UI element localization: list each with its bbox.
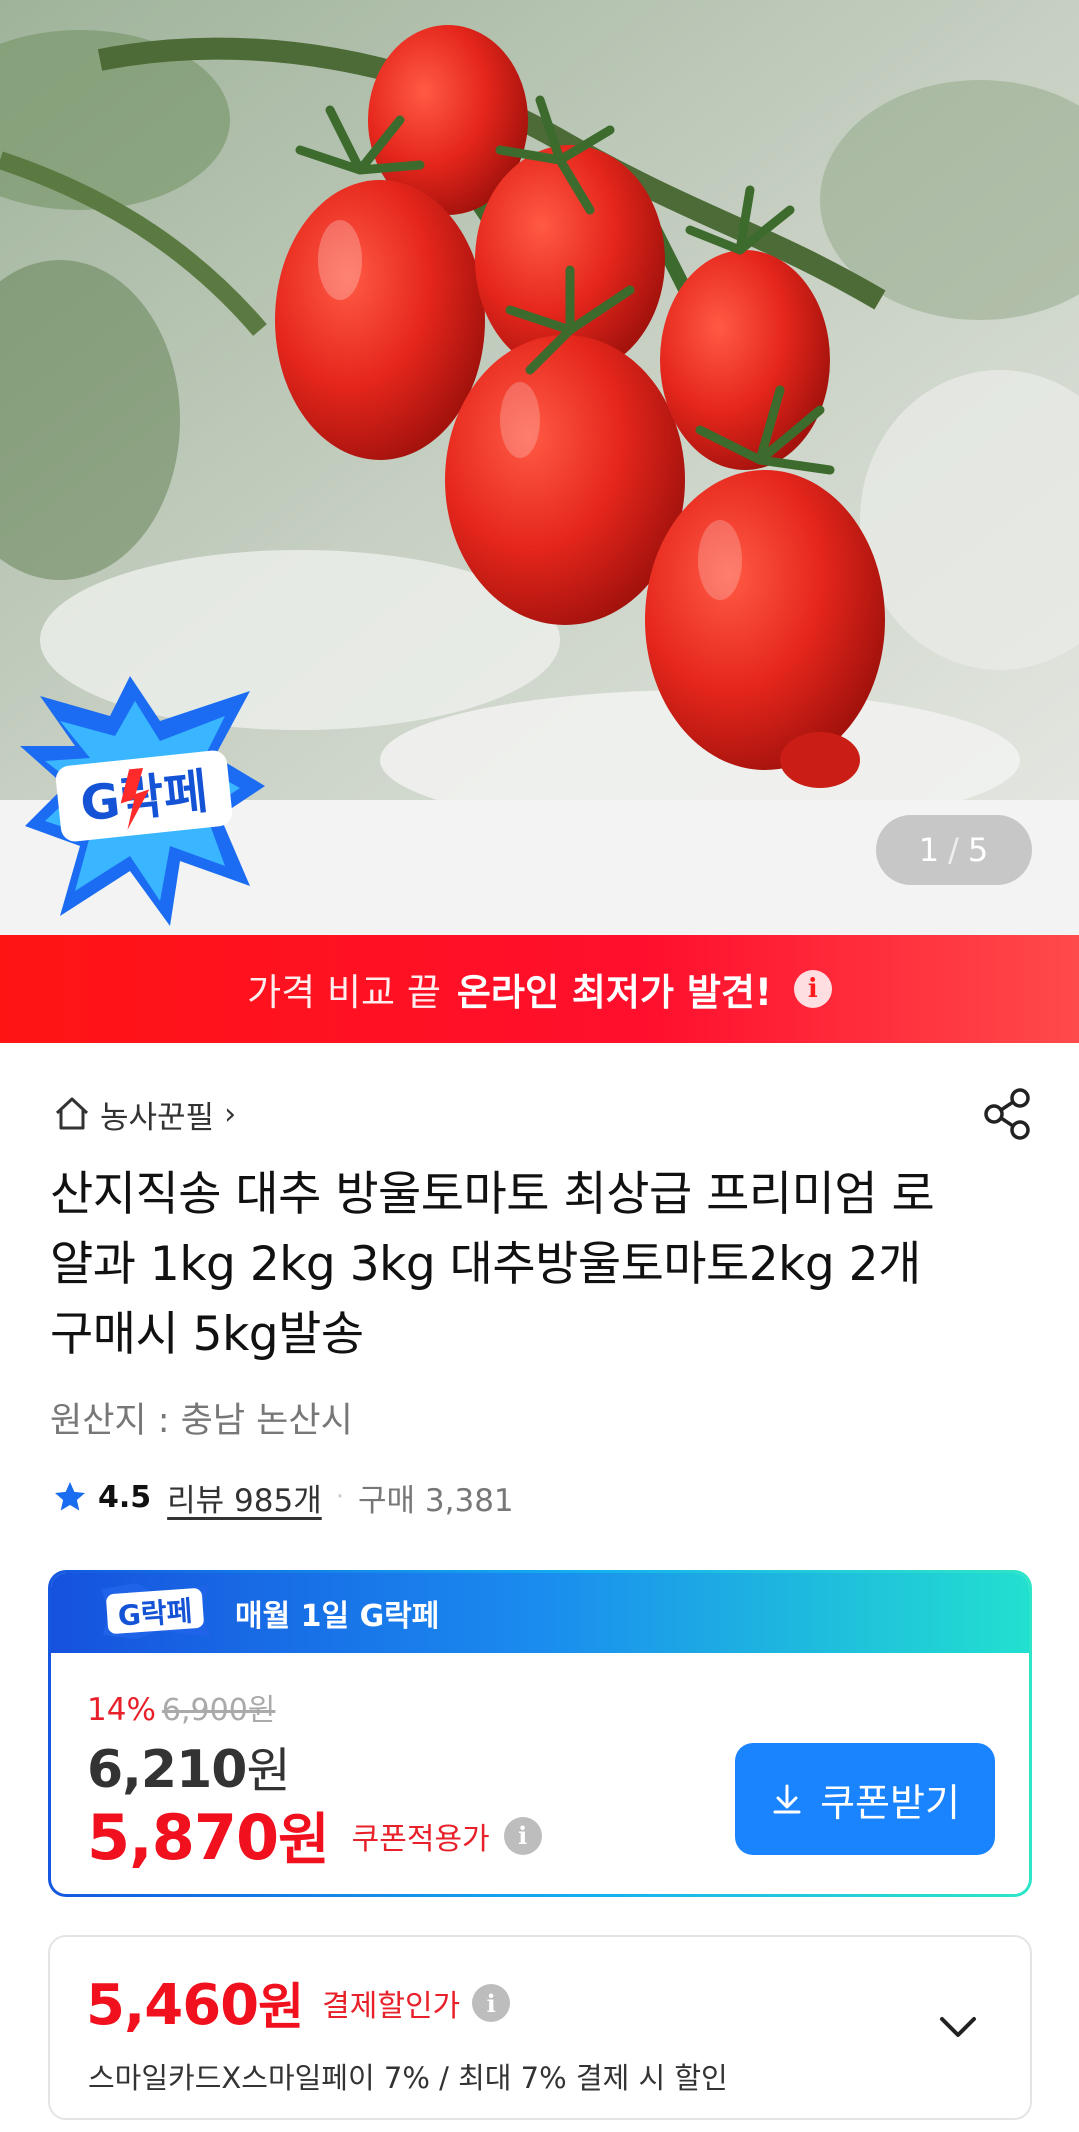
info-icon[interactable]: i: [793, 970, 832, 1008]
review-count-link[interactable]: 리뷰 985개: [167, 1475, 322, 1520]
rating-row: 4.5 리뷰 985개 · 구매 3,381: [52, 1472, 514, 1522]
store-link[interactable]: 농사꾼필 ›: [52, 1090, 236, 1138]
rating-score: 4.5: [98, 1479, 152, 1515]
chevron-down-icon[interactable]: [932, 2001, 984, 2053]
get-coupon-button[interactable]: 쿠폰받기: [735, 1743, 995, 1855]
payment-discount-card[interactable]: 5,460원 결제할인가 i 스마일카드X스마일페이 7% / 최대 7% 결제…: [48, 1935, 1032, 2120]
info-icon[interactable]: i: [472, 1984, 511, 2022]
info-icon[interactable]: i: [503, 1816, 542, 1855]
payment-price-unit: 원: [258, 1978, 305, 2036]
coupon-price-number: 5,870: [87, 1801, 279, 1874]
glakpe-deal-card: G락페 매월 1일 G락페 14% 6,900원 6,210원 5,870원 쿠…: [48, 1570, 1032, 1897]
deal-title: 매월 1일 G락페: [235, 1599, 440, 1634]
coupon-price-unit: 원: [278, 1808, 330, 1873]
banner-bold-text: 온라인 최저가 발견!: [456, 971, 772, 1014]
image-page-indicator: 1 / 5: [876, 815, 1032, 885]
home-icon: [52, 1094, 92, 1134]
glakpe-badge: G락페: [20, 676, 270, 936]
original-price: 6,900원: [161, 1693, 276, 1728]
payment-price-label: 결제할인가: [322, 1989, 461, 2024]
page-separator: /: [948, 831, 960, 869]
lowest-price-banner[interactable]: 가격 비교 끝 온라인 최저가 발견! i: [0, 935, 1079, 1043]
store-name: 농사꾼필: [100, 1099, 215, 1136]
purchase-count: 구매 3,381: [358, 1482, 514, 1519]
payment-price-number: 5,460: [86, 1973, 259, 2038]
deal-header: G락페 매월 1일 G락페: [51, 1573, 1029, 1653]
product-title: 산지직송 대추 방울토마토 최상급 프리미엄 로얄과 1kg 2kg 3kg 대…: [50, 1167, 935, 1362]
download-icon: [770, 1782, 804, 1816]
sale-price-unit: 원: [246, 1743, 290, 1799]
sale-price: 6,210원: [87, 1731, 291, 1801]
page-total: 5: [967, 831, 990, 869]
payment-description: 스마일카드X스마일페이 7% / 최대 7% 결제 시 할인: [88, 2061, 728, 2095]
payment-price-row: 5,460원 결제할인가 i: [86, 1967, 511, 2039]
discount-row: 14% 6,900원: [87, 1685, 275, 1729]
coupon-price-label: 쿠폰적용가: [351, 1821, 490, 1857]
deal-logo-text: G락페: [117, 1594, 194, 1632]
chevron-right-icon: ›: [224, 1096, 237, 1132]
coupon-price-row: 5,870원 쿠폰적용가 i: [87, 1795, 542, 1876]
star-icon: [52, 1479, 88, 1515]
page-current: 1: [918, 831, 941, 869]
glakpe-logo-icon: G락페: [97, 1581, 213, 1645]
product-origin: 원산지 : 충남 논산시: [50, 1401, 353, 1441]
lightning-badge-icon: G락페: [20, 676, 265, 926]
share-icon[interactable]: [980, 1086, 1036, 1142]
banner-light-text: 가격 비교 끝: [247, 971, 441, 1014]
separator-dot: ·: [335, 1482, 345, 1512]
coupon-button-label: 쿠폰받기: [820, 1780, 960, 1825]
sale-price-number: 6,210: [87, 1740, 247, 1800]
discount-percent: 14%: [87, 1692, 156, 1728]
